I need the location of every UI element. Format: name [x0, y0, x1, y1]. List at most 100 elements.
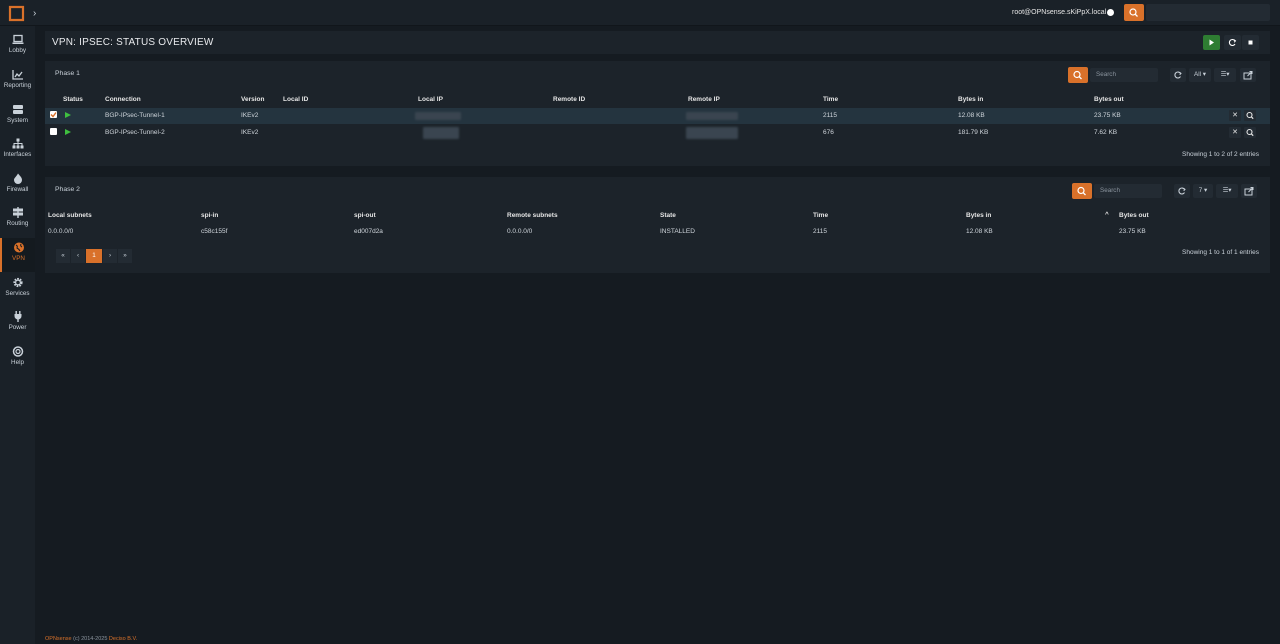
column-header[interactable]: Status: [63, 96, 83, 103]
column-header[interactable]: Time: [813, 212, 828, 219]
user-menu[interactable]: root@OPNsense.sKiPpX.local: [1012, 9, 1106, 16]
caret-down-icon: ▾: [1201, 71, 1206, 78]
top-search-input[interactable]: [1146, 4, 1270, 21]
column-header[interactable]: Local subnets: [48, 212, 92, 219]
phase2-refresh-button[interactable]: [1174, 184, 1190, 198]
disconnect-button[interactable]: ✕: [1229, 110, 1241, 121]
row-search-button[interactable]: [1244, 110, 1256, 121]
footer-brand-link[interactable]: OPNsense: [45, 636, 72, 642]
stop-icon: [1248, 40, 1253, 45]
column-header[interactable]: spi-in: [201, 212, 218, 219]
sidebar-item-routing[interactable]: Routing: [0, 203, 35, 237]
export-icon: [1243, 71, 1253, 80]
top-search-button[interactable]: [1124, 4, 1144, 21]
column-header[interactable]: Remote subnets: [507, 212, 558, 219]
sidebar-item-label: Services: [5, 290, 30, 297]
sidebar-item-label: System: [7, 117, 28, 124]
local-subnets-cell: 0.0.0.0/0: [48, 228, 74, 235]
globe-icon: [13, 242, 24, 253]
stop-service-button[interactable]: [1242, 35, 1259, 50]
column-header[interactable]: Connection: [105, 96, 141, 103]
sidebar-item-system[interactable]: System: [0, 100, 35, 134]
sidebar-item-lobby[interactable]: Lobby: [0, 30, 35, 64]
start-service-button[interactable]: [1203, 35, 1220, 50]
sidebar-item-label: Help: [11, 359, 24, 366]
column-header[interactable]: Version: [241, 96, 264, 103]
table-row[interactable]: 0.0.0.0/0 c58c155f ed007d2a 0.0.0.0/0 IN…: [45, 224, 1270, 240]
pagination-current[interactable]: 1: [86, 249, 102, 263]
restart-service-button[interactable]: [1224, 35, 1241, 50]
column-header[interactable]: spi-out: [354, 212, 376, 219]
sidebar-item-power[interactable]: Power: [0, 307, 35, 341]
phase1-refresh-button[interactable]: [1170, 68, 1186, 82]
connection-cell: BGP-IPsec-Tunnel-2: [105, 129, 165, 136]
pagination-prev[interactable]: ‹: [71, 249, 85, 263]
phase2-export-button[interactable]: [1241, 184, 1257, 198]
local-ip-redacted: [423, 127, 459, 139]
phase2-panel: Phase 2 Search 7 ▾ ☰▾ Local subnets spi-…: [45, 177, 1270, 273]
bytes-out-cell: 7.62 KB: [1094, 129, 1118, 136]
column-header[interactable]: Local IP: [418, 96, 443, 103]
pagination-next[interactable]: ›: [103, 249, 117, 263]
table-row[interactable]: BGP-IPsec-Tunnel-2 IKEv2 676 181.79 KB 7…: [45, 125, 1270, 141]
column-header[interactable]: Bytes in: [966, 212, 991, 219]
sidebar-item-firewall[interactable]: Firewall: [0, 169, 35, 203]
status-up-icon: [65, 112, 71, 118]
phase2-rows-dropdown[interactable]: 7 ▾: [1193, 184, 1213, 198]
footer: OPNsense (c) 2014-2025 Deciso B.V.: [45, 636, 137, 642]
table-row[interactable]: BGP-IPsec-Tunnel-1 IKEv2 2115 12.08 KB 2…: [45, 108, 1270, 124]
column-header[interactable]: Time: [823, 96, 838, 103]
phase1-rows-dropdown[interactable]: All ▾: [1189, 68, 1211, 82]
top-bar: › root@OPNsense.sKiPpX.local: [0, 0, 1280, 26]
page-title: VPN: IPSEC: STATUS OVERVIEW: [52, 37, 214, 48]
footer-company-link[interactable]: Deciso B.V.: [109, 636, 137, 642]
refresh-icon: [1174, 71, 1182, 79]
column-header[interactable]: Bytes out: [1094, 96, 1124, 103]
sidebar-item-reporting[interactable]: Reporting: [0, 65, 35, 99]
export-icon: [1244, 187, 1254, 196]
column-header[interactable]: Bytes in: [958, 96, 983, 103]
column-header[interactable]: Local ID: [283, 96, 308, 103]
phase2-search-button[interactable]: [1072, 183, 1092, 199]
phase1-columns-dropdown[interactable]: ☰▾: [1214, 68, 1236, 82]
phase2-columns-dropdown[interactable]: ☰▾: [1216, 184, 1238, 198]
opnsense-logo[interactable]: [8, 5, 25, 22]
phase2-showing-count: Showing 1 to 1 of 1 entries: [1182, 249, 1259, 256]
row-search-button[interactable]: [1244, 127, 1256, 138]
bytes-in-cell: 12.08 KB: [958, 112, 985, 119]
sort-ascending-icon[interactable]: ^: [1105, 211, 1109, 218]
column-header[interactable]: State: [660, 212, 676, 219]
column-header[interactable]: Bytes out: [1119, 212, 1149, 219]
spi-in-cell: c58c155f: [201, 228, 228, 235]
phase2-search-input[interactable]: Search: [1094, 184, 1162, 198]
sidebar-item-help[interactable]: Help: [0, 342, 35, 376]
close-icon: ✕: [1232, 129, 1238, 136]
plug-icon: [14, 311, 21, 322]
sidebar-item-vpn[interactable]: VPN: [0, 238, 35, 272]
refresh-icon: [1178, 187, 1186, 195]
pagination-first[interactable]: «: [56, 249, 70, 263]
list-icon: ☰▾: [1222, 187, 1232, 194]
row-checkbox[interactable]: [50, 128, 57, 135]
phase1-title: Phase 1: [55, 70, 80, 77]
sidebar-item-services[interactable]: Services: [0, 273, 35, 307]
sitemap-icon: [12, 138, 23, 149]
pagination-last[interactable]: »: [118, 249, 132, 263]
time-cell: 676: [823, 129, 834, 136]
phase1-search-input[interactable]: Search: [1090, 68, 1158, 82]
sidebar-item-interfaces[interactable]: Interfaces: [0, 134, 35, 168]
search-icon: [1129, 8, 1138, 17]
server-icon: [12, 105, 23, 114]
phase1-search-button[interactable]: [1068, 67, 1088, 83]
connection-cell: BGP-IPsec-Tunnel-1: [105, 112, 165, 119]
play-icon: [1209, 39, 1214, 46]
column-header[interactable]: Remote IP: [688, 96, 720, 103]
phase1-export-button[interactable]: [1240, 68, 1256, 82]
disconnect-button[interactable]: ✕: [1229, 127, 1241, 138]
expand-sidebar-icon[interactable]: ›: [33, 8, 36, 19]
signpost-icon: [12, 207, 23, 218]
row-checkbox[interactable]: [50, 111, 57, 118]
column-header[interactable]: Remote ID: [553, 96, 585, 103]
theme-toggle-icon[interactable]: [1107, 9, 1114, 16]
lifebuoy-icon: [12, 346, 23, 357]
